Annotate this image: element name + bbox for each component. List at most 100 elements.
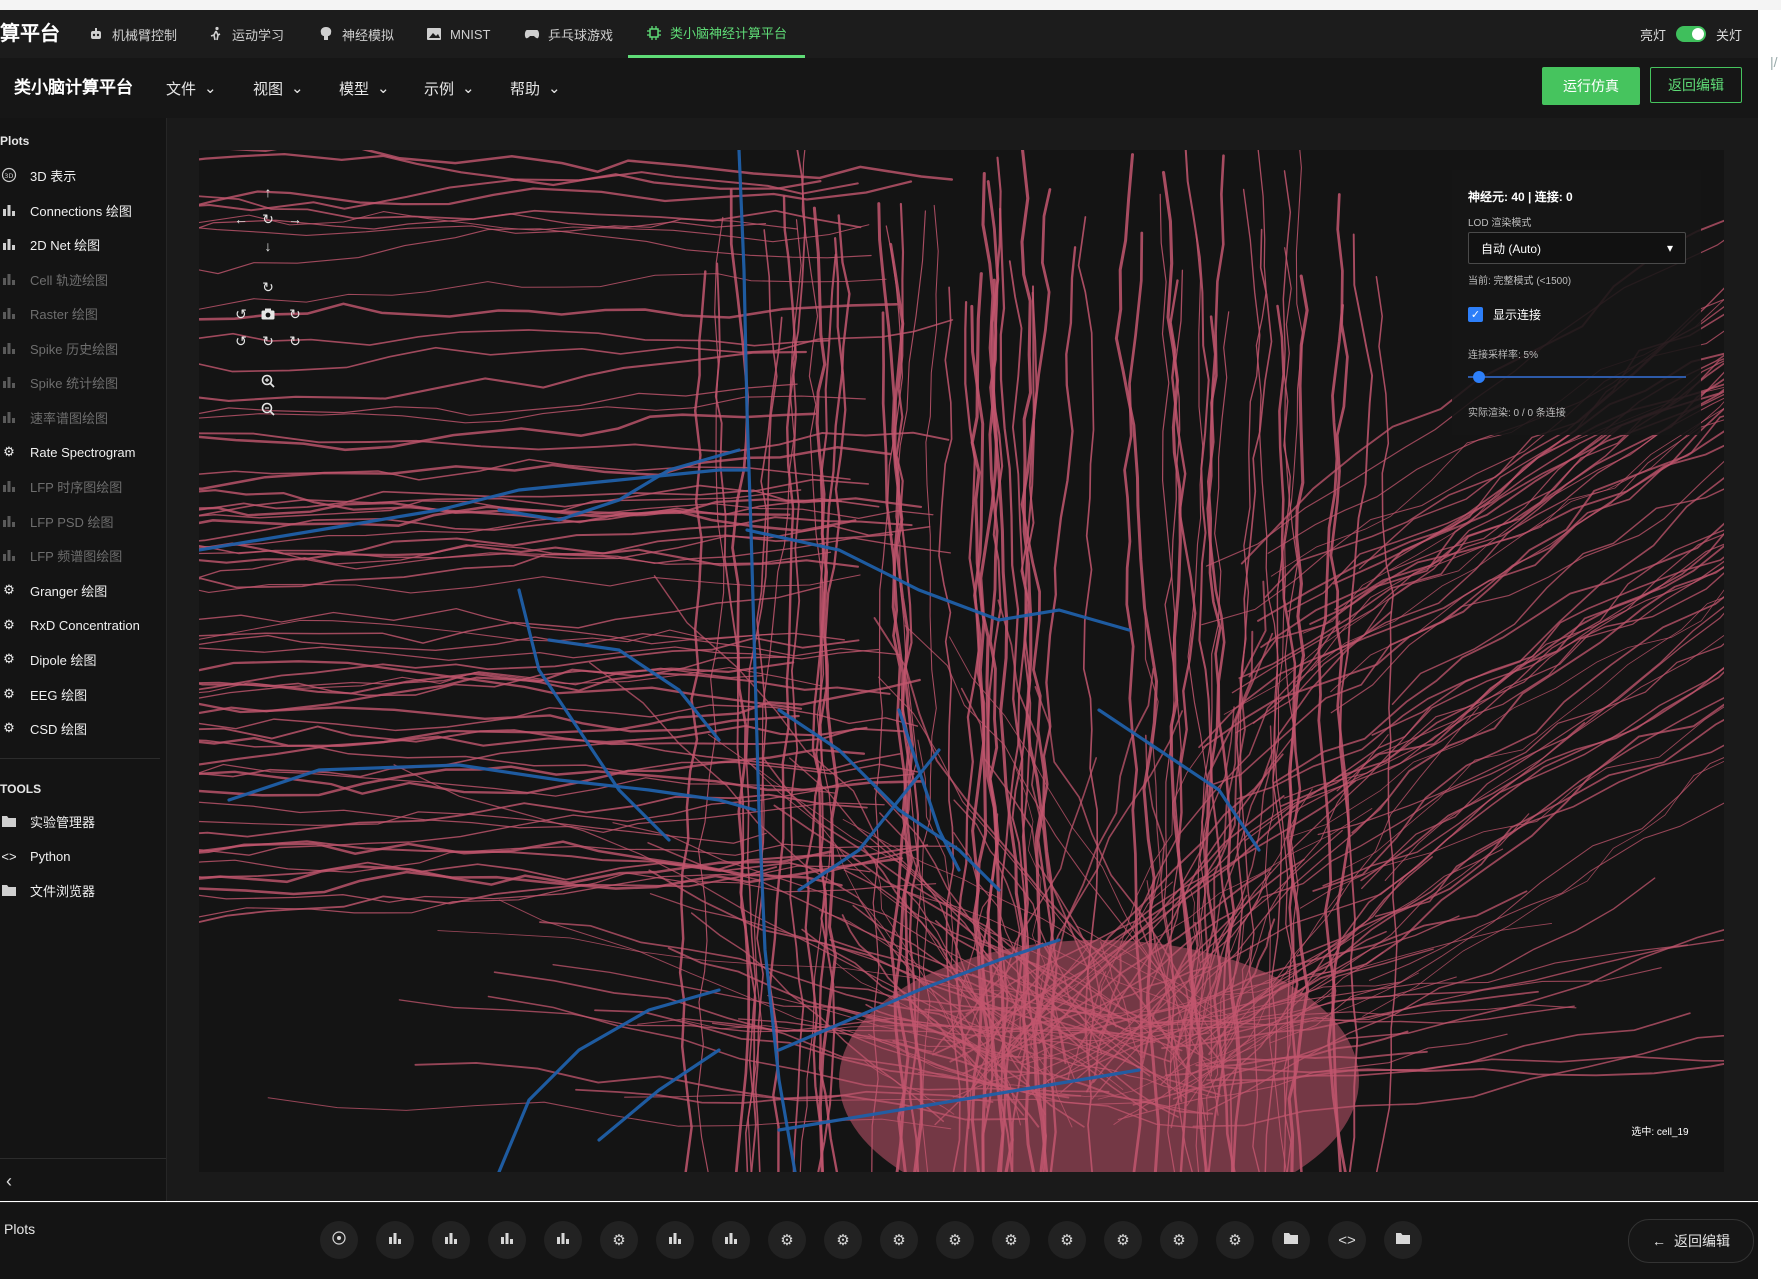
tool-button-gear-icon[interactable]: ⚙	[1160, 1221, 1198, 1259]
theme-switch[interactable]: 亮灯 关灯	[1640, 10, 1742, 58]
tool-button-folder-icon[interactable]	[1384, 1221, 1422, 1259]
pan-down-arrow-icon[interactable]: ↓	[258, 236, 278, 256]
pan-left-arrow-icon[interactable]: ←	[231, 209, 251, 229]
sidebar-item-experiment-manager[interactable]: 实验管理器	[0, 808, 95, 834]
sidebar-item-2d-net[interactable]: 2D Net 绘图	[0, 231, 100, 257]
sidebar-item-raster[interactable]: Raster 绘图	[0, 300, 98, 326]
theme-dark-label: 关灯	[1715, 27, 1742, 43]
3d-icon	[331, 1230, 347, 1250]
pan-right-arrow-icon[interactable]: →	[285, 209, 305, 229]
tool-button-gear-icon[interactable]: ⚙	[600, 1221, 638, 1259]
sidebar-item-csd[interactable]: ⚙ CSD 绘图	[0, 715, 87, 741]
network-stats: 神经元: 40 | 连接: 0	[1468, 190, 1573, 204]
bottom-toolbar: Plots ⚙ ⚙ ⚙ ⚙ ⚙ ⚙ ⚙ ⚙ ⚙ ⚙ <> ← 返回编辑	[0, 1202, 1758, 1279]
menu-help[interactable]: 帮助 ⌄	[510, 58, 561, 118]
dendrite-branch	[1299, 744, 1724, 996]
sidebar-item-rxd[interactable]: ⚙ RxD Concentration	[0, 612, 140, 638]
sidebar-item-rate-psd[interactable]: 速率谱图绘图	[0, 404, 108, 430]
camera-icon[interactable]	[258, 304, 278, 324]
return-to-edit-button[interactable]: ← 返回编辑	[1628, 1219, 1754, 1263]
sidebar-item-file-browser[interactable]: 文件浏览器	[0, 877, 95, 903]
sidebar-item-lfp-spectrogram[interactable]: LFP 频谱图绘图	[0, 542, 122, 568]
gear-icon: ⚙	[892, 1232, 906, 1249]
tool-button-gear-icon[interactable]: ⚙	[768, 1221, 806, 1259]
tool-button-code-icon[interactable]: <>	[1328, 1221, 1366, 1259]
sidebar-item-lfp-timeseries[interactable]: LFP 时序图绘图	[0, 473, 122, 499]
sidebar-item-label: Spike 历史绘图	[30, 341, 119, 357]
chevron-down-icon: ⌄	[204, 80, 217, 97]
show-connections-checkbox[interactable]: ✓ 显示连接	[1468, 306, 1541, 323]
tool-button-bar-chart-icon[interactable]	[712, 1221, 750, 1259]
tab-motion-learning[interactable]: 运动学习	[208, 10, 284, 58]
tool-button-folder-icon[interactable]	[1272, 1221, 1310, 1259]
gear-icon: ⚙	[948, 1232, 962, 1249]
gear-icon: ⚙	[3, 582, 15, 597]
dendrite-branch	[714, 262, 757, 1172]
tool-button-gear-icon[interactable]: ⚙	[880, 1221, 918, 1259]
tab-robot-arm[interactable]: 机械臂控制	[88, 10, 177, 58]
tool-button-bar-chart-icon[interactable]	[432, 1221, 470, 1259]
sidebar-item-python[interactable]: <> Python	[0, 843, 70, 869]
tab-mnist[interactable]: MNIST	[426, 10, 490, 58]
tool-button-gear-icon[interactable]: ⚙	[992, 1221, 1030, 1259]
sidebar-item-lfp-psd[interactable]: LFP PSD 绘图	[0, 508, 114, 534]
tool-button-gear-icon[interactable]: ⚙	[936, 1221, 974, 1259]
plots-tag[interactable]: Plots	[4, 1221, 35, 1237]
bar-chart-icon	[0, 341, 18, 355]
run-simulation-button[interactable]: 运行仿真	[1542, 67, 1640, 105]
tool-button-gear-icon[interactable]: ⚙	[1104, 1221, 1142, 1259]
menu-file[interactable]: 文件 ⌄	[166, 58, 217, 118]
tool-button-gear-icon[interactable]: ⚙	[824, 1221, 862, 1259]
sidebar-item-cell-trace[interactable]: Cell 轨迹绘图	[0, 266, 108, 292]
sidebar-item-spike-stats[interactable]: Spike 统计绘图	[0, 369, 118, 395]
sidebar-item-dipole[interactable]: ⚙ Dipole 绘图	[0, 646, 96, 672]
dendrite-branch	[1351, 565, 1724, 834]
rotate-right-icon[interactable]: ↻	[285, 304, 305, 324]
menu-view[interactable]: 视图 ⌄	[253, 58, 304, 118]
tilt-reset-icon[interactable]: ↻	[258, 331, 278, 351]
rotate-left-icon[interactable]: ↺	[231, 304, 251, 324]
tool-button-bar-chart-icon[interactable]	[656, 1221, 694, 1259]
tilt-right-icon[interactable]: ↻	[285, 331, 305, 351]
sidebar-item-3d[interactable]: 3D 3D 表示	[0, 162, 76, 188]
slider-knob[interactable]	[1472, 371, 1485, 383]
back-to-edit-button[interactable]: 返回编辑	[1650, 67, 1742, 103]
theme-toggle[interactable]	[1675, 26, 1706, 42]
collapse-sidebar-chevron-left-icon[interactable]: ‹	[6, 1171, 12, 1192]
zoom-in-icon[interactable]	[258, 371, 278, 391]
bar-chart-icon	[556, 1231, 570, 1249]
menu-label: 文件	[166, 80, 197, 98]
sidebar-item-spike-history[interactable]: Spike 历史绘图	[0, 335, 118, 361]
tool-button-gear-icon[interactable]: ⚙	[1048, 1221, 1086, 1259]
svg-text:3D: 3D	[4, 172, 13, 180]
sidebar-item-rate-spectrogram[interactable]: ⚙ Rate Spectrogram	[0, 439, 136, 465]
tool-button-bar-chart-icon[interactable]	[488, 1221, 526, 1259]
tab-neural-sim[interactable]: 神经模拟	[318, 10, 394, 58]
sidebar-item-label: Rate Spectrogram	[30, 444, 136, 460]
menu-examples[interactable]: 示例 ⌄	[424, 58, 475, 118]
sampling-rate-slider[interactable]	[1468, 371, 1686, 383]
dendrite-branch	[1343, 596, 1724, 869]
sidebar-item-label: 文件浏览器	[30, 883, 96, 899]
bar-chart-icon	[0, 479, 18, 493]
tool-button-bar-chart-icon[interactable]	[376, 1221, 414, 1259]
sidebar-item-connections[interactable]: Connections 绘图	[0, 197, 132, 223]
sidebar-item-eeg[interactable]: ⚙ EEG 绘图	[0, 681, 87, 707]
tool-button-3d-icon[interactable]	[320, 1221, 358, 1259]
dendrite-branch	[1285, 533, 1724, 816]
zoom-out-icon[interactable]	[258, 399, 278, 419]
gear-icon: ⚙	[1060, 1232, 1074, 1249]
tool-button-gear-icon[interactable]: ⚙	[1216, 1221, 1254, 1259]
menu-model[interactable]: 模型 ⌄	[339, 58, 390, 118]
pan-up-arrow-icon[interactable]: ↑	[258, 182, 278, 202]
tab-label: 运动学习	[232, 27, 285, 43]
tilt-left-icon[interactable]: ↺	[231, 331, 251, 351]
tool-button-bar-chart-icon[interactable]	[544, 1221, 582, 1259]
lod-mode-select[interactable]: 自动 (Auto) ▾	[1468, 232, 1686, 264]
tab-cerebellum-platform[interactable]: 类小脑神经计算平台	[628, 10, 806, 58]
image-icon	[426, 26, 442, 42]
reset-view-icon[interactable]: ↻	[258, 209, 278, 229]
sidebar-item-granger[interactable]: ⚙ Granger 绘图	[0, 577, 107, 603]
auto-rotate-icon[interactable]: ↻	[258, 277, 278, 297]
tab-pingpong[interactable]: 乒乓球游戏	[524, 10, 613, 58]
